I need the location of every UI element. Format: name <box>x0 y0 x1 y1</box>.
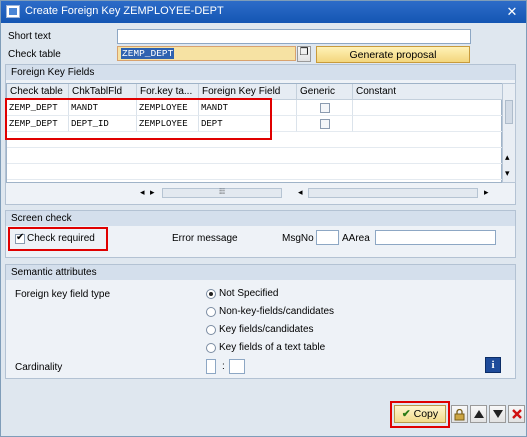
msgno-label: MsgNo <box>282 233 314 244</box>
cardinality-label: Cardinality <box>15 362 63 373</box>
window-title: Create Foreign Key ZEMPLOYEE-DEPT <box>25 5 224 17</box>
lock-icon[interactable] <box>451 405 468 423</box>
col-generic[interactable]: Generic <box>297 84 353 100</box>
error-message-label: Error message <box>172 233 238 244</box>
fk-fields-title: Foreign Key Fields <box>6 65 515 80</box>
scroll-up-icon[interactable]: ▴ <box>505 152 510 163</box>
screen-check-title: Screen check <box>6 211 515 226</box>
scroll-thumb[interactable] <box>505 100 513 124</box>
info-icon[interactable]: i <box>485 357 501 373</box>
radio-key-fields[interactable] <box>206 325 216 335</box>
down-icon[interactable] <box>489 405 506 423</box>
check-table-label: Check table <box>8 49 61 60</box>
empty-row <box>7 148 503 164</box>
cardinality-separator: : <box>222 361 225 372</box>
generic-checkbox[interactable] <box>320 119 330 129</box>
dialog-icon <box>6 5 20 18</box>
scroll-down-icon[interactable]: ▾ <box>505 168 510 179</box>
vertical-scrollbar[interactable]: ▴ ▾ <box>502 83 516 183</box>
grip-icon: ⁞⁞⁞ <box>219 189 225 196</box>
radio-not-specified[interactable] <box>206 289 216 299</box>
check-table-field[interactable]: ZEMP_DEPT <box>117 46 296 61</box>
generic-cell <box>297 100 353 116</box>
scroll-left-icon[interactable]: ◂ <box>298 187 303 198</box>
constant-cell[interactable] <box>353 100 503 116</box>
cardinality-left-field[interactable] <box>206 359 216 374</box>
constant-cell[interactable] <box>353 116 503 132</box>
radio-label: Key fields of a text table <box>219 342 326 353</box>
short-text-field[interactable] <box>117 29 471 44</box>
col-constant[interactable]: Constant <box>353 84 503 100</box>
scroll-track[interactable]: ⁞⁞⁞ <box>162 188 282 198</box>
close-icon[interactable]: ✕ <box>504 4 520 19</box>
aarea-field[interactable] <box>375 230 496 245</box>
cancel-icon[interactable] <box>508 405 525 423</box>
copy-highlight <box>390 401 450 428</box>
dialog-window: Create Foreign Key ZEMPLOYEE-DEPT ✕ Shor… <box>0 0 527 437</box>
generic-cell <box>297 116 353 132</box>
radio-label: Not Specified <box>219 288 279 299</box>
semantic-attributes-title: Semantic attributes <box>6 265 515 280</box>
horizontal-scrollbar-right[interactable]: ◂ ▸ <box>298 187 498 199</box>
scroll-track[interactable] <box>308 188 478 198</box>
scroll-right-icon[interactable]: ▸ <box>484 187 489 198</box>
radio-label: Key fields/candidates <box>219 324 314 335</box>
msgno-field[interactable] <box>316 230 339 245</box>
radio-label: Non-key-fields/candidates <box>219 306 335 317</box>
cardinality-right-field[interactable] <box>229 359 245 374</box>
rows-highlight <box>5 98 272 140</box>
check-table-value: ZEMP_DEPT <box>121 48 175 59</box>
scroll-left-icon[interactable]: ◂ <box>140 187 145 198</box>
value-help-icon[interactable]: ❐ <box>297 46 311 62</box>
aarea-label: AArea <box>342 233 370 244</box>
radio-key-fields-text-table[interactable] <box>206 343 216 353</box>
radio-non-key-fields[interactable] <box>206 307 216 317</box>
short-text-label: Short text <box>8 31 51 42</box>
empty-row <box>7 164 503 180</box>
semantic-attributes-group: Semantic attributes Foreign key field ty… <box>5 264 516 379</box>
title-bar: Create Foreign Key ZEMPLOYEE-DEPT ✕ <box>1 1 526 23</box>
up-icon[interactable] <box>470 405 487 423</box>
generic-checkbox[interactable] <box>320 103 330 113</box>
horizontal-scrollbar-left[interactable]: ◂ ▸ ⁞⁞⁞ <box>140 187 284 199</box>
check-required-highlight <box>8 227 108 251</box>
fk-type-label: Foreign key field type <box>15 289 111 300</box>
generate-proposal-button[interactable]: Generate proposal <box>316 46 470 63</box>
scroll-right-icon[interactable]: ▸ <box>150 187 155 198</box>
